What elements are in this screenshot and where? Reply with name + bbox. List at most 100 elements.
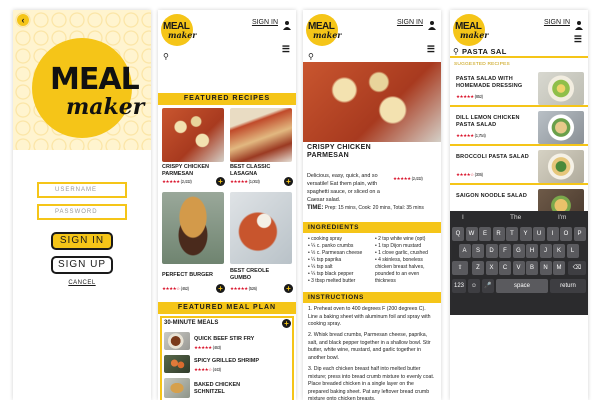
header-sign-in-link[interactable]: SIGN IN: [252, 19, 278, 26]
key-z[interactable]: Z: [472, 261, 484, 275]
recipe-time: TIME: Prep: 15 mins, Cook: 20 mins, Tota…: [307, 205, 437, 211]
meal-plan-title: 30-MINUTE MEALS: [164, 320, 219, 326]
emoji-key[interactable]: ☺: [468, 279, 480, 293]
ingredients-heading: INGREDIENTS: [303, 222, 441, 233]
recipe-title[interactable]: CRISPY CHICKEN PARMESAN: [162, 164, 222, 178]
recipe-photo[interactable]: [230, 108, 292, 162]
key-q[interactable]: Q: [452, 227, 464, 241]
key-y[interactable]: Y: [519, 227, 532, 241]
key-a[interactable]: A: [458, 244, 471, 258]
user-icon[interactable]: [574, 17, 584, 35]
keyboard-suggestion[interactable]: The: [510, 214, 521, 221]
recipe-title[interactable]: BEST CREOLE GUMBO: [230, 268, 290, 282]
add-recipe-button[interactable]: +: [284, 284, 293, 293]
suggested-recipes-label: SUGGESTED RECIPES: [454, 62, 510, 67]
key-k[interactable]: K: [553, 244, 565, 258]
key-b[interactable]: B: [526, 261, 538, 275]
meal-photo[interactable]: [164, 332, 190, 350]
back-arrow-icon[interactable]: ‹: [17, 14, 29, 26]
key-l[interactable]: L: [566, 244, 579, 258]
add-recipe-button[interactable]: +: [284, 177, 293, 186]
meal-photo[interactable]: [164, 355, 190, 373]
sign-in-button[interactable]: SIGN IN: [51, 232, 113, 250]
home-header: MEAL maker SIGN IN ☰ ⚲: [158, 10, 296, 62]
user-icon[interactable]: [427, 17, 437, 35]
key-u[interactable]: U: [533, 227, 545, 241]
search-result[interactable]: PASTA SALAD WITH HOMEMADE DRESSING ★★★★★…: [450, 70, 588, 107]
key-j[interactable]: J: [539, 244, 552, 258]
hamburger-menu-icon[interactable]: ☰: [427, 44, 435, 55]
recipe-title[interactable]: PERFECT BURGER: [162, 272, 222, 279]
meal-title[interactable]: QUICK BEEF STIR FRY: [194, 336, 254, 343]
search-icon[interactable]: ⚲: [308, 52, 314, 61]
search-header: MEAL maker SIGN IN ☰: [450, 10, 588, 46]
ingredient-item: thickness: [375, 278, 396, 284]
add-recipe-button[interactable]: +: [216, 284, 225, 293]
header-sign-in-link[interactable]: SIGN IN: [397, 19, 423, 26]
key-m[interactable]: M: [553, 261, 565, 275]
password-field[interactable]: PASSWORD: [37, 204, 127, 220]
meal-title[interactable]: BAKED CHICKEN SCHNITZEL: [194, 382, 254, 396]
user-icon[interactable]: [282, 17, 292, 35]
keyboard-suggestion[interactable]: I: [462, 214, 464, 221]
result-rating: ★★★★★(1,754): [456, 133, 486, 138]
keyboard-suggestions: I The I'm: [450, 211, 588, 225]
key-s[interactable]: S: [472, 244, 484, 258]
recipe-title[interactable]: BEST CLASSIC LASAGNA: [230, 164, 290, 178]
microphone-key[interactable]: 🎤: [482, 279, 494, 293]
logo-maker-text: maker: [460, 30, 489, 40]
recipe-header: MEAL maker SIGN IN ☰ ⚲: [303, 10, 441, 62]
key-c[interactable]: C: [499, 261, 511, 275]
return-key[interactable]: return: [550, 279, 586, 293]
key-t[interactable]: T: [506, 227, 518, 241]
username-field[interactable]: USERNAME: [37, 182, 127, 198]
key-x[interactable]: X: [485, 261, 498, 275]
key-i[interactable]: I: [546, 227, 559, 241]
hamburger-menu-icon[interactable]: ☰: [574, 34, 582, 45]
time-value: Prep: 15 mins, Cook: 20 mins, Total: 35 …: [324, 205, 424, 211]
backspace-key[interactable]: ⌫: [568, 261, 586, 275]
search-bar[interactable]: ⚲ PASTA SAL: [450, 46, 588, 58]
key-r[interactable]: R: [492, 227, 505, 241]
key-v[interactable]: V: [512, 261, 525, 275]
meal-title[interactable]: SPICY GRILLED SHRIMP: [194, 358, 259, 365]
key-n[interactable]: N: [539, 261, 552, 275]
sign-up-button[interactable]: SIGN UP: [51, 256, 113, 274]
key-w[interactable]: W: [465, 227, 478, 241]
search-result[interactable]: DILL LEMON CHICKEN PASTA SALAD ★★★★★(1,7…: [450, 109, 588, 146]
recipe-rating: ★★★★☆(462): [162, 286, 189, 291]
recipe-photo[interactable]: [162, 108, 224, 162]
ingredients-list-left: • cooking spray • ¼ c. panko crumbs • ½ …: [308, 236, 372, 285]
result-rating: ★★★★☆(306): [456, 172, 483, 177]
result-photo: [538, 111, 584, 144]
meal-maker-logo-small[interactable]: MEAL maker: [161, 14, 197, 46]
instruction-step: 1. Preheat oven to 400 degrees F (200 de…: [308, 306, 431, 327]
search-icon[interactable]: ⚲: [163, 52, 169, 61]
recipe-photo[interactable]: [230, 192, 292, 264]
add-meal-plan-button[interactable]: +: [282, 319, 291, 328]
key-o[interactable]: O: [560, 227, 572, 241]
header-sign-in-link[interactable]: SIGN IN: [544, 19, 570, 26]
add-recipe-button[interactable]: +: [216, 177, 225, 186]
ingredient-item: chicken breast halves,: [375, 264, 425, 270]
recipe-photo[interactable]: [162, 192, 224, 264]
shift-key[interactable]: ⇧: [452, 261, 468, 275]
meal-rating: ★★★★☆(443): [194, 367, 221, 372]
key-p[interactable]: P: [573, 227, 586, 241]
key-e[interactable]: E: [479, 227, 491, 241]
hamburger-menu-icon[interactable]: ☰: [282, 44, 290, 55]
space-key[interactable]: space: [496, 279, 548, 293]
key-d[interactable]: D: [485, 244, 498, 258]
search-input[interactable]: PASTA SAL: [462, 47, 507, 56]
key-h[interactable]: H: [526, 244, 538, 258]
meal-photo[interactable]: [164, 378, 190, 398]
ingredient-item: • ¼ tsp paprika: [308, 257, 342, 263]
search-result[interactable]: BROCCOLI PASTA SALAD ★★★★☆(306): [450, 148, 588, 185]
numbers-key[interactable]: 123: [452, 279, 466, 293]
cancel-link[interactable]: CANCEL: [13, 280, 151, 286]
key-f[interactable]: F: [499, 244, 511, 258]
keyboard-suggestion[interactable]: I'm: [558, 214, 566, 221]
meal-maker-logo-small[interactable]: MEAL maker: [453, 14, 489, 46]
key-g[interactable]: G: [512, 244, 525, 258]
meal-maker-logo-small[interactable]: MEAL maker: [306, 14, 342, 46]
